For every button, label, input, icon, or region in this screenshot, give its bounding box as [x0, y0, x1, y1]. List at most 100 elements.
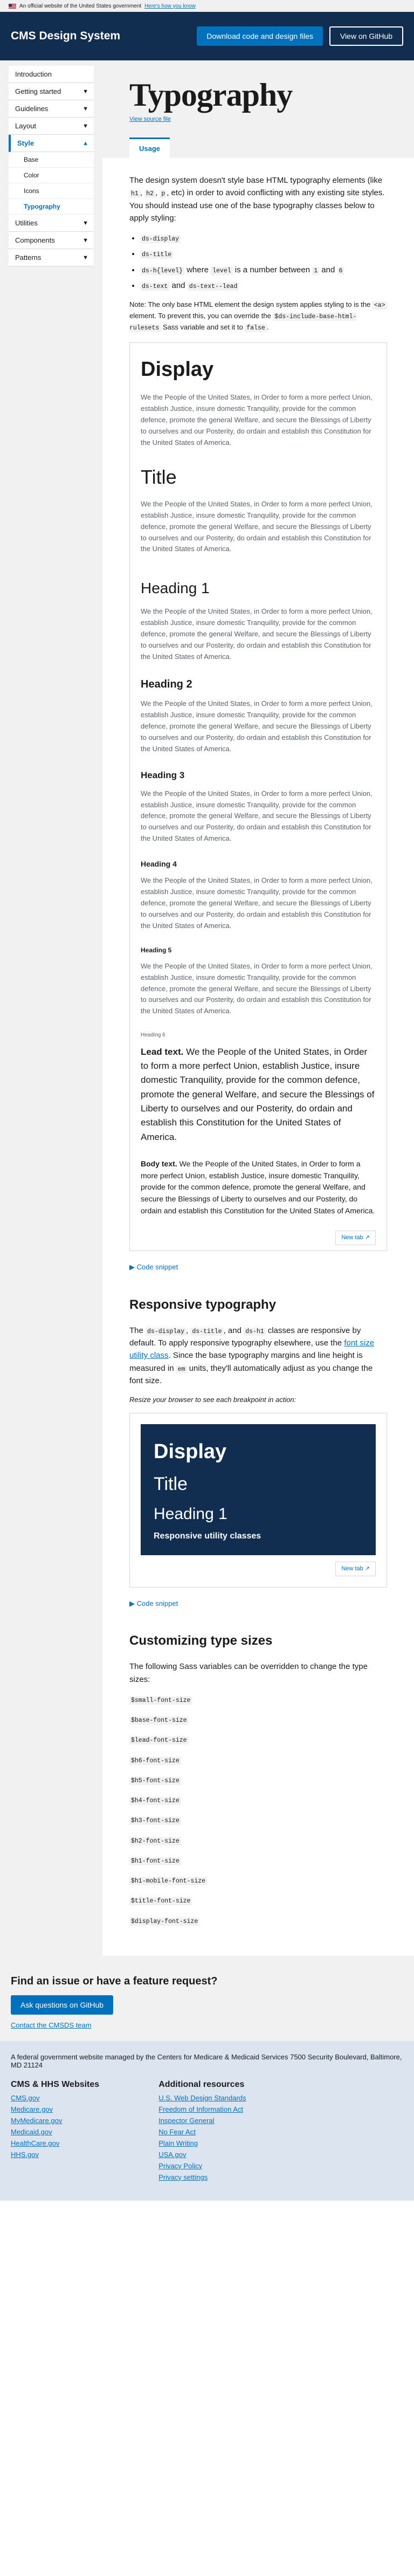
external-link-icon: ↗ — [364, 1234, 370, 1241]
chevron-down-icon: ▼ — [82, 105, 88, 112]
footer-link[interactable]: USA.gov — [158, 2151, 246, 2159]
ask-github-button[interactable]: Ask questions on GitHub — [11, 1995, 114, 2015]
footer-link[interactable]: Medicare.gov — [11, 2105, 99, 2113]
list-item: $small-font-size — [129, 1693, 387, 1706]
footer-link[interactable]: MyMedicare.gov — [11, 2117, 99, 2125]
sidebar-item-label: Utilities — [15, 219, 38, 227]
sidebar-item-label: Introduction — [15, 70, 52, 78]
sidebar-item-guidelines[interactable]: Guidelines ▼ — [9, 100, 94, 118]
tab-usage[interactable]: Usage — [129, 138, 170, 158]
main-content: Typography View source file Usage The de… — [102, 60, 414, 1956]
footer-link[interactable]: Plain Writing — [158, 2139, 246, 2147]
sidebar: Introduction Getting started ▼ Guidelines… — [0, 60, 102, 1956]
list-item: $h6-font-size — [129, 1754, 387, 1766]
footer-link[interactable]: No Fear Act — [158, 2128, 246, 2136]
footer-link[interactable]: HHS.gov — [11, 2151, 99, 2159]
style-submenu: Base Color Icons Typography — [9, 152, 94, 215]
sidebar-subitem-color[interactable]: Color — [9, 168, 94, 183]
sidebar-subitem-base[interactable]: Base — [9, 152, 94, 168]
footer-col-resources: Additional resources U.S. Web Design Sta… — [158, 2080, 246, 2185]
list-item: $h2-font-size — [129, 1834, 387, 1846]
list-item: $base-font-size — [129, 1713, 387, 1726]
sidebar-item-components[interactable]: Components ▼ — [9, 232, 94, 249]
sidebar-item-introduction[interactable]: Introduction — [9, 66, 94, 83]
contact-link[interactable]: Contact the CMSDS team — [11, 2021, 92, 2029]
chevron-down-icon: ▼ — [82, 237, 88, 244]
footer-link[interactable]: Privacy settings — [158, 2173, 246, 2181]
sidebar-item-label: Guidelines — [15, 105, 49, 113]
triangle-right-icon: ▶ — [129, 1263, 135, 1272]
chevron-up-icon: ▲ — [82, 140, 88, 147]
sidebar-item-label: Getting started — [15, 87, 61, 95]
note-paragraph: Note: The only base HTML element the des… — [129, 299, 387, 333]
list-item: $h1-font-size — [129, 1854, 387, 1866]
resize-hint: Resize your browser to see each breakpoi… — [129, 1396, 296, 1404]
gov-banner-text: An official website of the United States… — [19, 3, 142, 9]
code-snippet-toggle[interactable]: ▶ Code snippet — [129, 1598, 387, 1609]
chevron-down-icon: ▼ — [82, 88, 88, 95]
chevron-down-icon: ▼ — [82, 254, 88, 261]
example-h5: Heading 5 — [141, 946, 172, 954]
chevron-down-icon: ▼ — [82, 219, 88, 226]
list-item: ds-h{level} where level is a number betw… — [140, 264, 387, 276]
sidebar-item-label: Style — [17, 139, 34, 147]
code-snippet-toggle[interactable]: ▶ Code snippet — [129, 1262, 387, 1273]
footer-link[interactable]: Medicaid.gov — [11, 2128, 99, 2136]
download-button[interactable]: Download code and design files — [197, 26, 323, 46]
list-item: $lead-font-size — [129, 1733, 387, 1746]
footer-link[interactable]: U.S. Web Design Standards — [158, 2094, 246, 2102]
list-item: $title-font-size — [129, 1894, 387, 1906]
view-source-link[interactable]: View source file — [129, 116, 171, 122]
demo-title: Title — [154, 1474, 188, 1495]
example-h2: Heading 2 — [141, 678, 192, 691]
sidebar-item-label: Components — [15, 236, 55, 244]
sidebar-item-utilities[interactable]: Utilities ▼ — [9, 215, 94, 232]
footer-link[interactable]: Freedom of Information Act — [158, 2105, 246, 2113]
example-body: We the People of the United States, in O… — [141, 962, 372, 1015]
github-button[interactable]: View on GitHub — [329, 26, 403, 46]
sidebar-subitem-typography[interactable]: Typography — [9, 199, 94, 215]
list-item: ds-title — [140, 248, 387, 260]
chevron-down-icon: ▼ — [82, 122, 88, 129]
issue-heading: Find an issue or have a feature request? — [11, 1975, 218, 1987]
triangle-right-icon: ▶ — [129, 1599, 135, 1608]
demo-display: Display — [154, 1440, 227, 1464]
new-tab-button[interactable]: New tab ↗ — [335, 1231, 376, 1246]
example-body: We the People of the United States, in O… — [141, 789, 372, 842]
new-tab-button[interactable]: New tab ↗ — [335, 1562, 376, 1577]
brand-title[interactable]: CMS Design System — [11, 30, 120, 43]
example-display: Display — [141, 358, 214, 381]
sidebar-item-label: Layout — [15, 122, 37, 130]
footer-link[interactable]: Privacy Policy — [158, 2162, 246, 2170]
list-item: $h4-font-size — [129, 1794, 387, 1806]
sidebar-item-getting-started[interactable]: Getting started ▼ — [9, 83, 94, 100]
responsive-paragraph: The ds-display, ds-title, and ds-h1 clas… — [129, 1325, 375, 1385]
sidebar-item-layout[interactable]: Layout ▼ — [9, 118, 94, 135]
sidebar-item-style[interactable]: Style ▲ — [9, 135, 94, 152]
list-item: $h3-font-size — [129, 1813, 387, 1826]
sidebar-subitem-icons[interactable]: Icons — [9, 183, 94, 199]
responsive-heading: Responsive typography — [129, 1297, 277, 1312]
demo-class-text: Responsive utility classes — [154, 1531, 261, 1541]
how-you-know-link[interactable]: Here's how you know — [144, 3, 196, 9]
sidebar-item-patterns[interactable]: Patterns ▼ — [9, 249, 94, 266]
footer-col-heading: Additional resources — [158, 2079, 245, 2089]
example-body: We the People of the United States, in O… — [141, 500, 372, 553]
footer-link[interactable]: Inspector General — [158, 2117, 246, 2125]
list-item: $h5-font-size — [129, 1774, 387, 1786]
site-header: CMS Design System Download code and desi… — [0, 12, 414, 60]
example-body: We the People of the United States, in O… — [141, 876, 372, 930]
page-title: Typography — [129, 77, 293, 113]
custom-sizes-heading: Customizing type sizes — [129, 1633, 273, 1648]
example-h4: Heading 4 — [141, 859, 177, 868]
example-lead: Lead text. We the People of the United S… — [141, 1046, 375, 1142]
list-item: $display-font-size — [129, 1914, 387, 1927]
list-item: $h1-mobile-font-size — [129, 1874, 387, 1886]
example-title: Title — [141, 466, 177, 489]
footer-col-cms: CMS & HHS Websites CMS.gov Medicare.gov … — [11, 2080, 99, 2185]
example-text: Body text. We the People of the United S… — [141, 1159, 375, 1215]
example-body: We the People of the United States, in O… — [141, 607, 372, 661]
footer-link[interactable]: HealthCare.gov — [11, 2139, 99, 2147]
footer-link[interactable]: CMS.gov — [11, 2094, 99, 2102]
example-h1: Heading 1 — [141, 580, 210, 597]
